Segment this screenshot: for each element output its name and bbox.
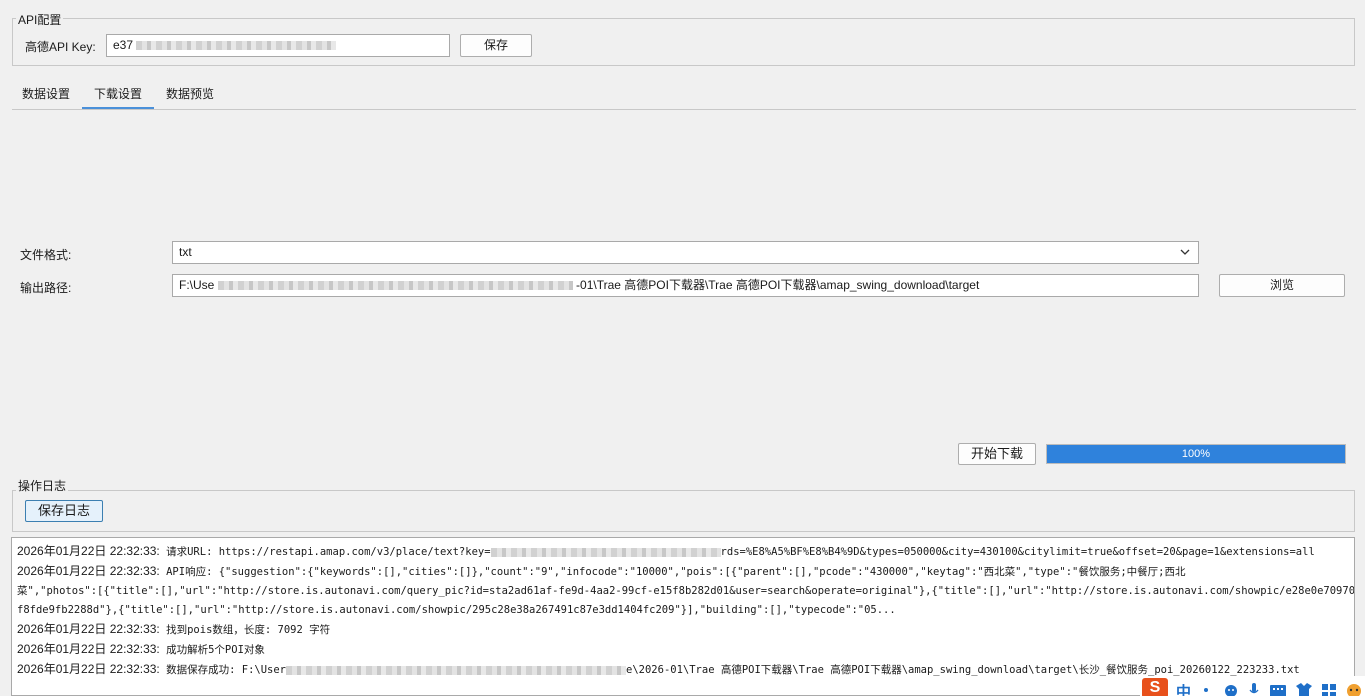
log-timestamp: 2026年01月22日 22:32:33: <box>17 642 160 656</box>
log-line: 2026年01月22日 22:32:33: API响应: {"suggestio… <box>17 562 1354 582</box>
save-log-button[interactable]: 保存日志 <box>25 500 103 522</box>
toolbox-icon <box>1322 684 1336 696</box>
format-label: 文件格式: <box>20 248 72 262</box>
progress-text: 100% <box>1181 448 1211 460</box>
output-path-input[interactable]: F:\Use -01\Trae 高德POI下载器\Trae 高德POI下载器\a… <box>172 274 1199 297</box>
log-message: 请求URL: https://restapi.amap.com/v3/place… <box>166 546 491 558</box>
log-timestamp: 2026年01月22日 22:32:33: <box>17 564 160 578</box>
log-message-tail: rds=%E8%A5%BF%E8%B4%9D&types=050000&city… <box>720 546 1315 558</box>
log-message: 成功解析5个POI对象 <box>166 644 265 656</box>
log-message: 菜","photos":[{"title":[],"url":"http://s… <box>17 585 1355 597</box>
format-select[interactable]: txt <box>172 241 1199 264</box>
tab-data-preview[interactable]: 数据预览 <box>166 85 214 109</box>
log-group-title: 操作日志 <box>16 477 69 494</box>
browse-button[interactable]: 浏览 <box>1219 274 1345 297</box>
log-line: 2026年01月22日 22:32:33: 找到pois数组，长度: 7092 … <box>17 620 1354 640</box>
log-line: 2026年01月22日 22:32:33: 成功解析5个POI对象 <box>17 640 1354 660</box>
log-message: API响应: {"suggestion":{"keywords":[],"cit… <box>166 566 1186 578</box>
api-key-label: 高德API Key: <box>25 40 96 54</box>
log-timestamp: 2026年01月22日 22:32:33: <box>17 544 160 558</box>
log-text-area[interactable]: 2026年01月22日 22:32:33: 请求URL: https://res… <box>11 537 1355 696</box>
ime-mode-indicator: 中 <box>1176 684 1192 696</box>
tab-data-settings-label: 数据设置 <box>22 87 71 101</box>
emoji-icon <box>1225 685 1237 696</box>
log-message-tail: e\2026-01\Trae 高德POI下载器\Trae 高德POI下载器\am… <box>626 664 1300 676</box>
mascot-icon <box>1347 684 1361 696</box>
log-lines: 2026年01月22日 22:32:33: 请求URL: https://res… <box>17 542 1354 680</box>
output-path-label: 输出路径: <box>20 281 72 295</box>
chevron-down-icon <box>1180 249 1190 255</box>
log-redaction <box>286 665 627 675</box>
output-path-suffix: -01\Trae 高德POI下载器\Trae 高德POI下载器\amap_swi… <box>576 278 980 292</box>
api-key-value: e37 <box>113 38 134 52</box>
tab-strip-divider <box>12 109 1356 110</box>
save-api-key-button[interactable]: 保存 <box>460 34 532 57</box>
ime-punctuation-icon <box>1204 688 1208 692</box>
output-path-redaction <box>217 281 573 291</box>
tab-download-settings-label: 下载设置 <box>93 87 142 101</box>
log-redaction <box>490 547 721 557</box>
log-message: f8fde9fb2288d"},{"title":[],"url":"http:… <box>17 604 896 616</box>
log-message: 数据保存成功: F:\User <box>166 664 287 676</box>
tab-data-settings[interactable]: 数据设置 <box>22 85 70 109</box>
log-group <box>12 490 1355 532</box>
download-progress-bar: 100% <box>1046 444 1346 464</box>
api-key-input[interactable]: e37 <box>106 34 450 57</box>
skin-icon <box>1296 683 1312 696</box>
ime-toolbar[interactable]: S 中 <box>1140 676 1365 696</box>
log-timestamp: 2026年01月22日 22:32:33: <box>17 662 160 676</box>
output-path-prefix: F:\Use <box>179 278 215 292</box>
log-line: 菜","photos":[{"title":[],"url":"http://s… <box>17 582 1354 601</box>
start-download-button[interactable]: 开始下载 <box>958 443 1036 465</box>
tab-download-settings[interactable]: 下载设置 <box>82 85 154 109</box>
log-timestamp: 2026年01月22日 22:32:33: <box>17 622 160 636</box>
keyboard-icon <box>1270 685 1286 696</box>
microphone-icon <box>1249 683 1259 694</box>
log-message: 找到pois数组，长度: 7092 字符 <box>166 624 331 636</box>
log-line: f8fde9fb2288d"},{"title":[],"url":"http:… <box>17 601 1354 620</box>
format-select-value: txt <box>179 245 192 259</box>
ime-logo-icon: S <box>1142 678 1168 696</box>
log-line: 2026年01月22日 22:32:33: 请求URL: https://res… <box>17 542 1354 562</box>
api-config-title: API配置 <box>16 11 64 28</box>
api-key-redaction <box>136 41 337 51</box>
tab-data-preview-label: 数据预览 <box>166 87 215 101</box>
